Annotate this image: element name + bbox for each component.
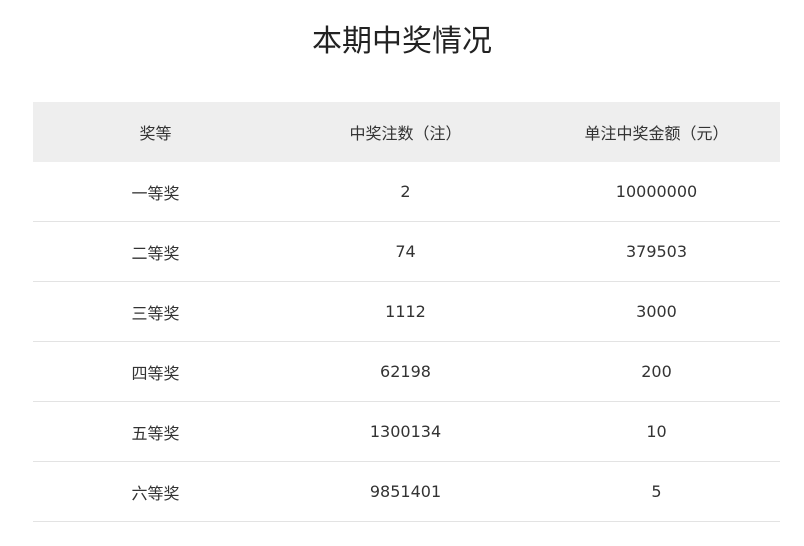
cell-winning-count: 1300134: [278, 401, 533, 462]
header-prize-amount: 单注中奖金额（元）: [533, 102, 780, 162]
table-body: 一等奖 2 10000000 二等奖 74 379503 三等奖 1112 30…: [33, 161, 780, 522]
cell-prize-amount: 3000: [533, 281, 780, 342]
cell-winning-count: 2: [278, 161, 533, 222]
cell-prize-level: 六等奖: [33, 461, 278, 522]
cell-winning-count: 74: [278, 221, 533, 282]
cell-winning-count: 62198: [278, 341, 533, 402]
page-title: 本期中奖情况: [312, 24, 492, 59]
cell-prize-level: 二等奖: [33, 221, 278, 282]
table-row: 二等奖 74 379503: [33, 221, 780, 282]
cell-winning-count: 1112: [278, 281, 533, 342]
cell-prize-level: 四等奖: [33, 341, 278, 402]
cell-prize-amount: 200: [533, 341, 780, 402]
header-prize-level: 奖等: [33, 102, 278, 162]
cell-prize-level: 五等奖: [33, 401, 278, 462]
cell-prize-amount: 379503: [533, 221, 780, 282]
table-header-row: 奖等 中奖注数（注） 单注中奖金额（元）: [33, 102, 780, 162]
prize-table: 奖等 中奖注数（注） 单注中奖金额（元） 一等奖 2 10000000 二等奖 …: [33, 102, 780, 522]
cell-prize-level: 三等奖: [33, 281, 278, 342]
table-row: 六等奖 9851401 5: [33, 461, 780, 522]
table-row: 四等奖 62198 200: [33, 341, 780, 402]
cell-prize-amount: 10000000: [533, 161, 780, 222]
table-header: 奖等 中奖注数（注） 单注中奖金额（元）: [33, 102, 780, 162]
table-row: 三等奖 1112 3000: [33, 281, 780, 342]
cell-prize-amount: 10: [533, 401, 780, 462]
cell-winning-count: 9851401: [278, 461, 533, 522]
table-row: 五等奖 1300134 10: [33, 401, 780, 462]
table-row: 一等奖 2 10000000: [33, 161, 780, 222]
header-winning-count: 中奖注数（注）: [278, 102, 533, 162]
cell-prize-amount: 5: [533, 461, 780, 522]
cell-prize-level: 一等奖: [33, 161, 278, 222]
